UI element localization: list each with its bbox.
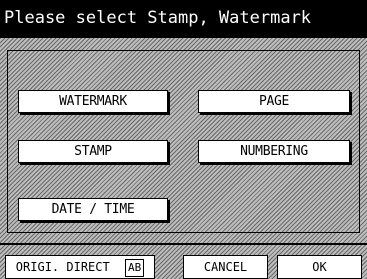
original-direction-button[interactable]: ORIGI. DIRECT AB [5,255,155,279]
stamp-button[interactable]: STAMP [18,140,168,163]
ok-button[interactable]: OK [277,255,362,279]
numbering-button[interactable]: NUMBERING [198,140,350,163]
bottom-toolbar: ORIGI. DIRECT AB CANCEL OK [0,243,367,279]
watermark-button[interactable]: WATERMARK [18,90,168,113]
original-direction-label: ORIGI. DIRECT [15,260,110,274]
dialog-title: Please select Stamp, Watermark [0,0,367,36]
cancel-button[interactable]: CANCEL [183,255,268,279]
page-button[interactable]: PAGE [198,90,350,113]
option-panel: WATERMARK PAGE STAMP NUMBERING DATE / TI… [0,36,367,243]
date-time-button[interactable]: DATE / TIME [18,198,168,221]
orientation-ab-icon: AB [124,258,145,277]
